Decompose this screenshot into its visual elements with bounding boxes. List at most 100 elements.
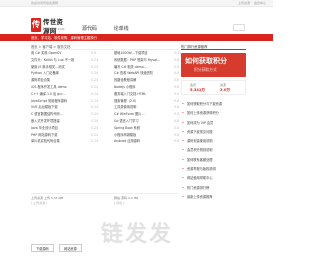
- list-item[interactable]: iOS 程序开发工具 demo 0.24 Nodejs 小程序 0.8: [31, 84, 180, 91]
- sidebar-link[interactable]: 源码安装使用说明: [181, 137, 246, 146]
- list-item-title-right[interactable]: 工具类使用说明: [114, 104, 172, 111]
- list-item[interactable]: Java 毕业设计项目 0.24 Spring Boot 系统 0.8: [31, 125, 180, 132]
- sidebar-link[interactable]: 最新上传资源推荐: [181, 193, 246, 202]
- list-item-title-right[interactable]: Nodejs 小程序: [114, 84, 172, 91]
- stat-members: 会员 5,341万: [190, 83, 205, 93]
- sidebar-link[interactable]: 热门资源排行榜: [181, 184, 246, 193]
- list-item[interactable]: 嵌入式开发环境搭建 0.24 Go 语言入门学习 0.8: [31, 118, 180, 125]
- stat-members-value: 5,341万: [190, 88, 205, 92]
- list-item-size-left: 0.24: [91, 132, 99, 137]
- bottom-buttons: 下载源码 网站资源: [31, 244, 86, 252]
- list-item-title-right[interactable]: 系统数据：PHP 框架与 Mysql…: [114, 57, 172, 64]
- sub-nav-bar: 首页、学习站、软件采购、源码管理主题换行: [0, 34, 273, 41]
- list-item[interactable]: VUE 后台模板下载 0.24 工具类使用说明 0.8: [31, 104, 180, 111]
- list-item[interactable]: Python 入门必备库 0.24 C# 查看 WebAPI 快速进阶 0.8: [31, 70, 180, 77]
- sidebar-link[interactable]: 如何成为 VIP 会员: [181, 119, 246, 128]
- list-item-size-right: 0.8: [174, 132, 180, 137]
- list-item-title-right[interactable]: 找路径教程讲解: [114, 77, 172, 84]
- promo-subtitle: 积分获取方式: [194, 67, 217, 72]
- left-footer: 上传资源 上传 5.35 MB 网站 源码 0.2 MB [ 上传资源 ] [ …: [31, 193, 178, 205]
- list-item-title-left[interactable]: C 语言数据结构代码…: [31, 111, 81, 118]
- list-item-title-right[interactable]: Go 语言入门学习: [114, 118, 172, 125]
- footer-link-2[interactable]: [ 评论 ]: [114, 201, 124, 205]
- list-item-title-left[interactable]: 单片机实验代码合集: [31, 138, 81, 145]
- list-item-title-left[interactable]: Java 毕业设计项目: [31, 125, 81, 132]
- site-logo[interactable]: 传 传世资源网 CSHCODE.COM: [31, 18, 69, 35]
- sidebar-links: 如何获取积分与下载资源如何上传资源获得积分如何成为 VIP 会员资源下载常见问题…: [181, 100, 246, 202]
- watermark: 链发发: [101, 222, 174, 247]
- stats-box: 会员 5,341万 资源 2.0万: [181, 80, 246, 95]
- sidebar-link[interactable]: 资源举报与版权说明: [181, 165, 246, 174]
- resource-list: 用 C# 实现 OpenCV 0.8 基础1000W…下载项目 0.45 文件头：Kot…: [31, 50, 181, 145]
- list-item-title-left[interactable]: 用 C# 实现 OpenCV: [31, 50, 81, 57]
- site-header: 传 传世资源网 CSHCODE.COM 源代码 论单线: [0, 8, 273, 35]
- list-item[interactable]: 源码项目合集 0.24 找路径教程讲解 0.8: [31, 77, 180, 84]
- list-item-title-left[interactable]: 文件头：Kotlin 与 Lua 不一致: [31, 57, 81, 64]
- logo-subtext: CSHCODE.COM: [43, 27, 65, 31]
- list-item-title-right[interactable]: 编写 C# 相关 demo…: [114, 64, 172, 71]
- upload-link[interactable]: 上传资源: [238, 1, 250, 5]
- promo-title: 如何获取积分: [185, 57, 227, 65]
- sidebar-link[interactable]: 如何获取积分与下载资源: [181, 100, 246, 109]
- list-item-size-left: 0.24: [91, 98, 99, 103]
- list-item-size-right: 0.8: [174, 78, 180, 83]
- list-item-title-right[interactable]: 小程序商城模板: [114, 132, 172, 139]
- list-item-title-right[interactable]: 搜索管理（2.0）: [114, 98, 172, 105]
- list-item[interactable]: C 语言数据结构代码… 0.24 C# WinForm 图片… 0.8: [31, 111, 180, 118]
- footer-link-1[interactable]: [ 上传资源 ]: [31, 201, 47, 205]
- footer-info-1: 上传资源 上传 5.35 MB: [31, 196, 64, 200]
- list-item-title-right[interactable]: 服务端入门文档 HTML: [114, 91, 172, 98]
- list-item[interactable]: C++ 编译 1.0 及 gcc… 0.24 服务端入门文档 HTML 0.8: [31, 91, 179, 98]
- list-item[interactable]: 用 C# 实现 OpenCV 0.8 基础1000W…下载项目 0.45: [31, 50, 181, 57]
- list-item-title-right[interactable]: 基础1000W…下载项目: [114, 50, 172, 57]
- list-item-size-right: 0.8: [174, 125, 180, 130]
- list-item[interactable]: JavaScript 常用程序源码 0.24 搜索管理（2.0） 0.8: [31, 98, 179, 105]
- list-item-title-right[interactable]: Android 应用源码: [114, 138, 172, 145]
- stat-resources-label: 资源: [220, 83, 227, 87]
- nav-item-forum[interactable]: 论单线: [114, 26, 129, 32]
- list-item[interactable]: PHP 网站源码下载 0.24 小程序商城模板 0.8: [31, 132, 180, 139]
- search-box[interactable]: [233, 24, 245, 31]
- sidebar-link[interactable]: 如何联系客服处理: [181, 156, 246, 165]
- list-item-title-left[interactable]: 源码项目合集: [31, 77, 81, 84]
- sidebar-link[interactable]: 资源下载常见问题: [181, 128, 246, 137]
- sidebar-link[interactable]: 会员积分规则说明: [181, 146, 246, 155]
- list-item-size-left: 0.24: [91, 64, 99, 69]
- list-item-title-left[interactable]: C++ 编译 1.0 及 gcc…: [31, 91, 81, 98]
- list-item-size-left: 0.24: [91, 118, 99, 123]
- list-item-title-left[interactable]: JavaScript 常用程序源码: [31, 98, 81, 105]
- top-actions: 上传资源 会员中心: [235, 1, 266, 5]
- member-center-link[interactable]: 会员中心: [254, 1, 266, 5]
- sidebar-link[interactable]: 如何上传资源获得积分: [181, 109, 246, 118]
- list-item-title-left[interactable]: VUE 后台模板下载: [31, 104, 81, 111]
- list-item-title-right[interactable]: Spring Boot 系统: [114, 125, 172, 132]
- list-item-title-left[interactable]: Python 入门必备库: [31, 70, 81, 77]
- list-item-size-right: 0.8: [174, 57, 180, 62]
- list-item-size-right: 0.8: [174, 112, 180, 117]
- main-content: 首页 > 客户端 > 服务文档 用 C# 实现 OpenCV 0.8 基础1000W…: [31, 44, 181, 145]
- list-item-title-left[interactable]: PHP 网站源码下载: [31, 132, 81, 139]
- list-item-size-left: 0.24: [91, 112, 99, 117]
- stat-resources-value: 2.0万: [220, 88, 230, 92]
- main-nav: 源代码 论单线: [82, 25, 144, 32]
- list-item-title-right[interactable]: C# WinForm 图片…: [114, 111, 172, 118]
- promo-banner[interactable]: 如何获取积分 积分获取方式: [181, 53, 246, 77]
- list-item-size-left: 0.24: [91, 125, 99, 130]
- sidebar-link[interactable]: 网站使用帮助中心: [181, 174, 246, 183]
- nav-item-source[interactable]: 源代码: [82, 26, 97, 32]
- list-item-title-right[interactable]: C# 查看 WebAPI 快速进阶: [114, 70, 172, 77]
- list-item-title-left[interactable]: 嵌入式开发环境搭建: [31, 118, 81, 125]
- site-resource-button[interactable]: 网站资源: [59, 244, 82, 252]
- list-item-size-right: 0.8: [174, 71, 180, 76]
- sub-nav-text[interactable]: 首页、学习站、软件采购、源码管理主题换行: [31, 35, 97, 40]
- list-item-size-right: 0.8: [174, 118, 180, 123]
- list-item[interactable]: 单片机实验代码合集 0.24 Android 应用源码 0.8: [31, 138, 180, 145]
- list-item[interactable]: 文件头：Kotlin 与 Lua 不一致 0.24 系统数据：PHP 框架与 Mys…: [31, 57, 180, 64]
- list-item-size-right: 0.8: [174, 139, 180, 144]
- list-item[interactable]: 使用 JS 新手相关…测试 0.24 编写 C# 相关 demo… 0.8: [31, 64, 179, 71]
- list-item-title-left[interactable]: iOS 程序开发工具 demo: [31, 84, 81, 91]
- list-item-size-right: 0.8: [174, 84, 180, 89]
- list-item-title-left[interactable]: 使用 JS 新手相关…测试: [31, 64, 81, 71]
- list-item-size-right: 0.8: [174, 105, 180, 110]
- download-source-button[interactable]: 下载源码: [31, 244, 54, 252]
